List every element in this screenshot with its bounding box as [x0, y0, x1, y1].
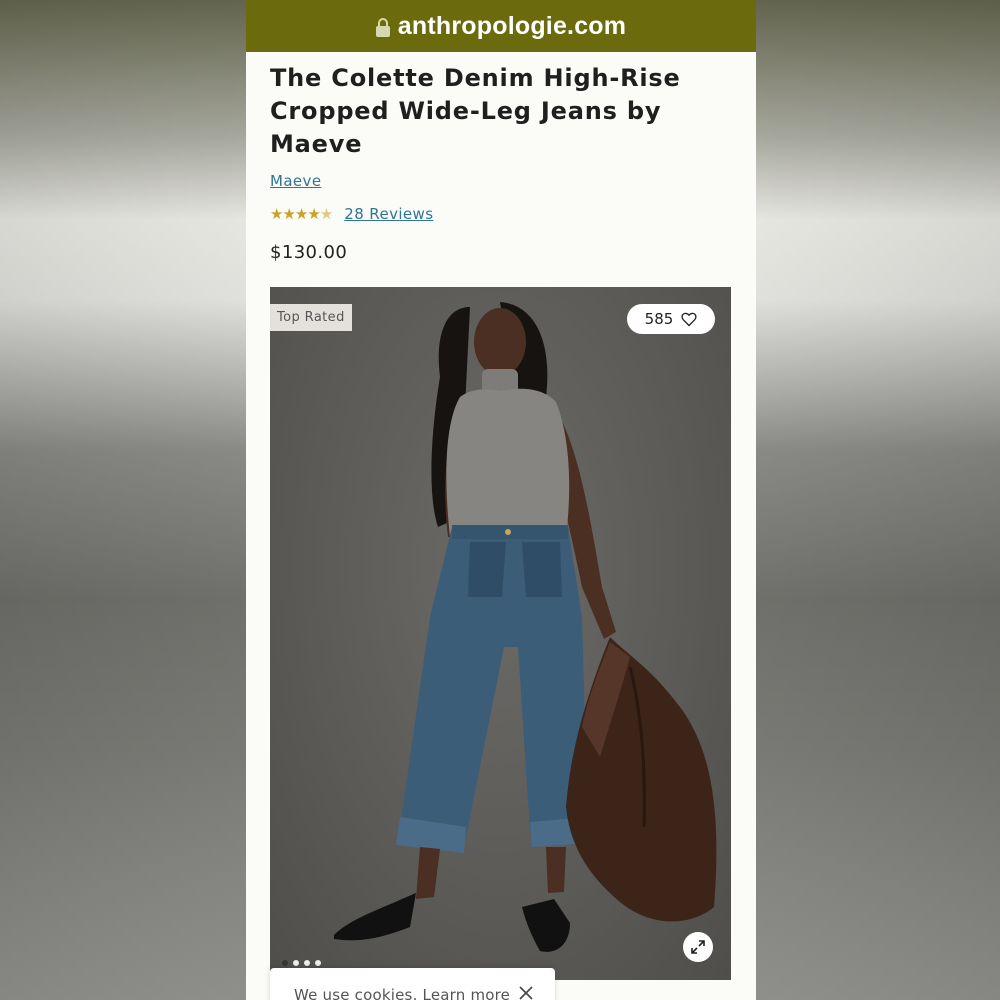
- url-domain: anthropologie.com: [397, 11, 627, 40]
- product-title: The Colette Denim High-Rise Cropped Wide…: [270, 64, 681, 158]
- lock-icon: [375, 17, 390, 37]
- mobile-page: anthropologie.com The Colette Denim High…: [246, 0, 756, 1000]
- expand-image-button[interactable]: [683, 932, 713, 962]
- brand-link[interactable]: Maeve: [270, 172, 321, 190]
- rating-row: ★★★★★ 28 Reviews: [270, 205, 433, 223]
- heart-icon: [681, 312, 697, 326]
- star-rating: ★★★★★: [270, 205, 333, 223]
- full-stars: ★★★★: [270, 205, 321, 223]
- learn-more-link[interactable]: Learn more: [423, 986, 511, 1000]
- close-icon[interactable]: [519, 986, 533, 1000]
- carousel-dot[interactable]: [293, 960, 299, 966]
- expand-icon: [691, 940, 705, 954]
- product-price: $130.00: [270, 242, 348, 263]
- carousel-dot[interactable]: [304, 960, 310, 966]
- cookie-text: We use cookies.: [294, 986, 418, 1000]
- model-photo: [334, 302, 717, 952]
- half-star-icon: ★: [319, 205, 333, 223]
- product-image[interactable]: Top Rated 585: [270, 287, 731, 980]
- cookie-banner: We use cookies. Learn more: [270, 968, 555, 1000]
- top-rated-badge: Top Rated: [270, 304, 352, 331]
- carousel-dot[interactable]: [282, 960, 288, 966]
- url-bar[interactable]: anthropologie.com: [246, 0, 756, 52]
- carousel-dots[interactable]: [282, 960, 321, 966]
- carousel-dot[interactable]: [315, 960, 321, 966]
- like-count: 585: [644, 310, 674, 328]
- wishlist-button[interactable]: 585: [627, 304, 715, 334]
- reviews-link[interactable]: 28 Reviews: [344, 205, 433, 223]
